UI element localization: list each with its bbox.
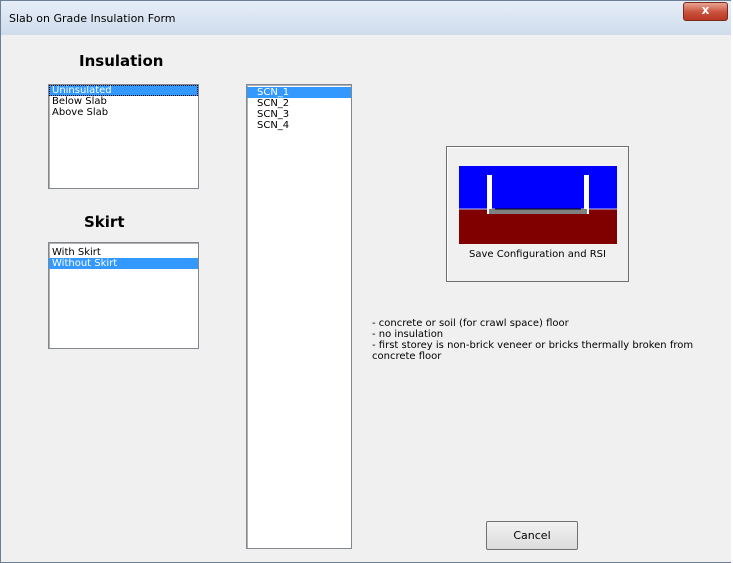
list-item-uninsulated[interactable]: Uninsulated [49, 85, 198, 96]
description-line: - no insulation [372, 329, 444, 340]
list-item-above-slab[interactable]: Above Slab [49, 107, 198, 118]
title-bar[interactable]: Slab on Grade Insulation Form x [1, 1, 732, 35]
slab-diagram-image [459, 166, 617, 244]
scenario-description: - concrete or soil (for crawl space) flo… [372, 318, 702, 362]
save-configuration-label: Save Configuration and RSI [469, 249, 606, 260]
list-item-scn-4[interactable]: SCN_4 [247, 120, 351, 131]
insulation-listbox[interactable]: Uninsulated Below Slab Above Slab [48, 84, 199, 189]
slab [489, 209, 587, 214]
close-button[interactable]: x [683, 2, 728, 21]
soil-region [459, 209, 617, 244]
description-line: - concrete or soil (for crawl space) flo… [372, 318, 569, 329]
list-item-below-slab[interactable]: Below Slab [49, 96, 198, 107]
description-line: - first storey is non-brick veneer or br… [372, 340, 694, 362]
list-item-without-skirt[interactable]: Without Skirt [49, 258, 198, 269]
cancel-button[interactable]: Cancel [486, 521, 578, 550]
left-wall [487, 175, 492, 214]
close-icon: x [701, 3, 710, 17]
skirt-heading: Skirt [84, 213, 125, 231]
list-item-with-skirt[interactable]: With Skirt [49, 247, 198, 258]
window-title: Slab on Grade Insulation Form [9, 12, 176, 25]
list-item-scn-1[interactable]: SCN_1 [247, 87, 351, 98]
save-configuration-button[interactable]: Save Configuration and RSI [446, 146, 629, 282]
scenario-listbox[interactable]: SCN_1 SCN_2 SCN_3 SCN_4 [246, 84, 352, 549]
above-grade-region [459, 166, 617, 209]
right-wall [584, 175, 589, 214]
insulation-heading: Insulation [79, 52, 164, 70]
list-item-scn-3[interactable]: SCN_3 [247, 109, 351, 120]
skirt-listbox[interactable]: With Skirt Without Skirt [48, 242, 199, 349]
list-item-scn-2[interactable]: SCN_2 [247, 98, 351, 109]
